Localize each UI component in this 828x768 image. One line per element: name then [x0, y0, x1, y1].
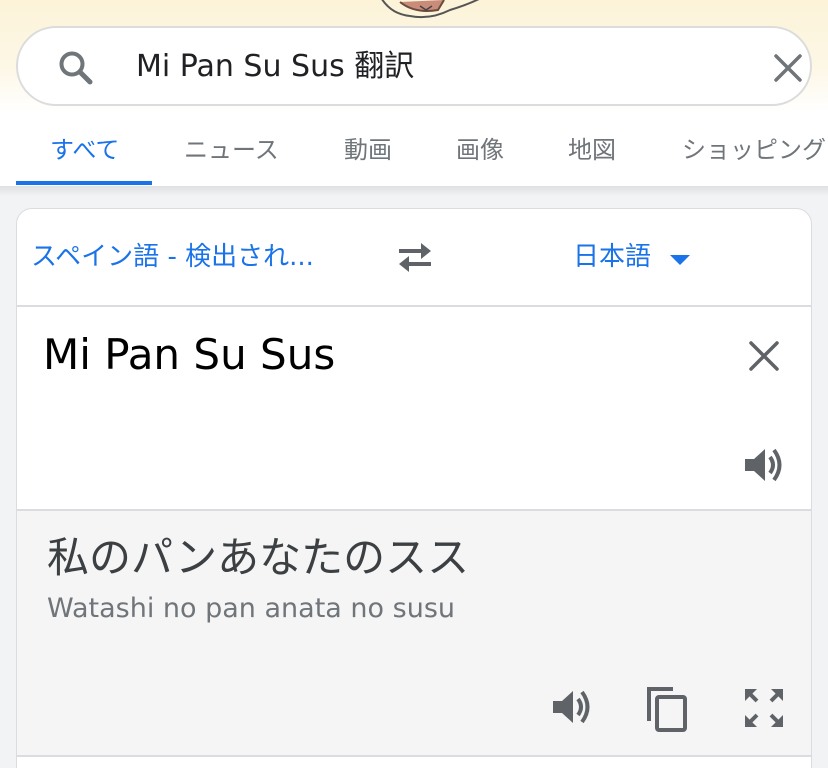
translated-text: 私のパンあなたのスス	[47, 533, 470, 582]
close-icon[interactable]	[747, 339, 781, 373]
source-language-select[interactable]: スペイン語 - 検出され...	[31, 239, 314, 275]
source-text[interactable]: Mi Pan Su Sus	[43, 329, 335, 381]
source-text-area[interactable]: Mi Pan Su Sus	[17, 307, 811, 509]
fullscreen-icon[interactable]	[743, 687, 785, 729]
tab-maps[interactable]: 地図	[568, 134, 616, 166]
language-selector-row: スペイン語 - 検出され... 日本語	[17, 209, 811, 305]
translation-result-area: 私のパンあなたのスス Watashi no pan anata no susu	[17, 511, 811, 755]
tab-images[interactable]: 画像	[456, 134, 504, 166]
header: Mi Pan Su Sus 翻訳	[0, 0, 828, 112]
speaker-icon[interactable]	[551, 687, 595, 727]
target-language-select[interactable]: 日本語	[573, 239, 651, 275]
tab-news[interactable]: ニュース	[184, 134, 279, 166]
search-input[interactable]: Mi Pan Su Sus 翻訳	[136, 47, 414, 87]
romanization-text: Watashi no pan anata no susu	[47, 593, 455, 624]
copy-icon[interactable]	[645, 685, 689, 733]
tab-shopping[interactable]: ショッピング	[682, 134, 826, 166]
tab-videos[interactable]: 動画	[344, 134, 392, 166]
search-tabs: すべて ニュース 動画 画像 地図 ショッピング	[0, 112, 828, 186]
doodle-illustration[interactable]	[360, 0, 500, 26]
translate-card: スペイン語 - 検出され... 日本語 Mi Pan Su Sus 私のパンあな…	[16, 208, 812, 768]
search-bar[interactable]: Mi Pan Su Sus 翻訳	[16, 26, 812, 106]
swap-icon[interactable]	[395, 239, 435, 275]
caret-down-icon[interactable]	[669, 253, 691, 267]
active-tab-indicator	[16, 181, 152, 185]
tabs-shadow	[0, 186, 828, 196]
tab-all[interactable]: すべて	[50, 134, 119, 166]
search-icon[interactable]	[56, 48, 96, 88]
page: Mi Pan Su Sus 翻訳 すべて ニュース 動画 画像 地図 ショッピン…	[0, 0, 828, 768]
divider	[17, 755, 811, 757]
speaker-icon[interactable]	[743, 445, 787, 485]
close-icon[interactable]	[770, 50, 806, 86]
